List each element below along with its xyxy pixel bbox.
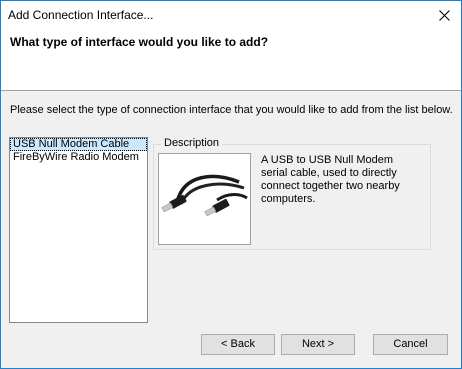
- header-question: What type of interface would you like to…: [10, 35, 269, 49]
- list-item-usb-null-modem[interactable]: USB Null Modem Cable: [10, 138, 147, 151]
- description-text: A USB to USB Null Modem serial cable, us…: [261, 154, 400, 205]
- title-bar: Add Connection Interface...: [1, 1, 461, 30]
- usb-cable-icon: [161, 174, 248, 217]
- next-button[interactable]: Next >: [281, 334, 355, 355]
- interface-listbox[interactable]: USB Null Modem Cable FireByWire Radio Mo…: [9, 137, 148, 323]
- wizard-header: What type of interface would you like to…: [1, 30, 461, 91]
- usb-cable-image: [158, 153, 251, 245]
- cancel-button[interactable]: Cancel: [373, 334, 448, 355]
- list-item-firebywire-radio-modem[interactable]: FireByWire Radio Modem: [10, 151, 147, 164]
- back-button[interactable]: < Back: [201, 334, 275, 355]
- close-icon: [438, 10, 450, 21]
- description-group-label: Description: [161, 137, 223, 149]
- window-title: Add Connection Interface...: [8, 8, 154, 22]
- instruction-text: Please select the type of connection int…: [10, 104, 453, 116]
- close-button[interactable]: [427, 1, 461, 30]
